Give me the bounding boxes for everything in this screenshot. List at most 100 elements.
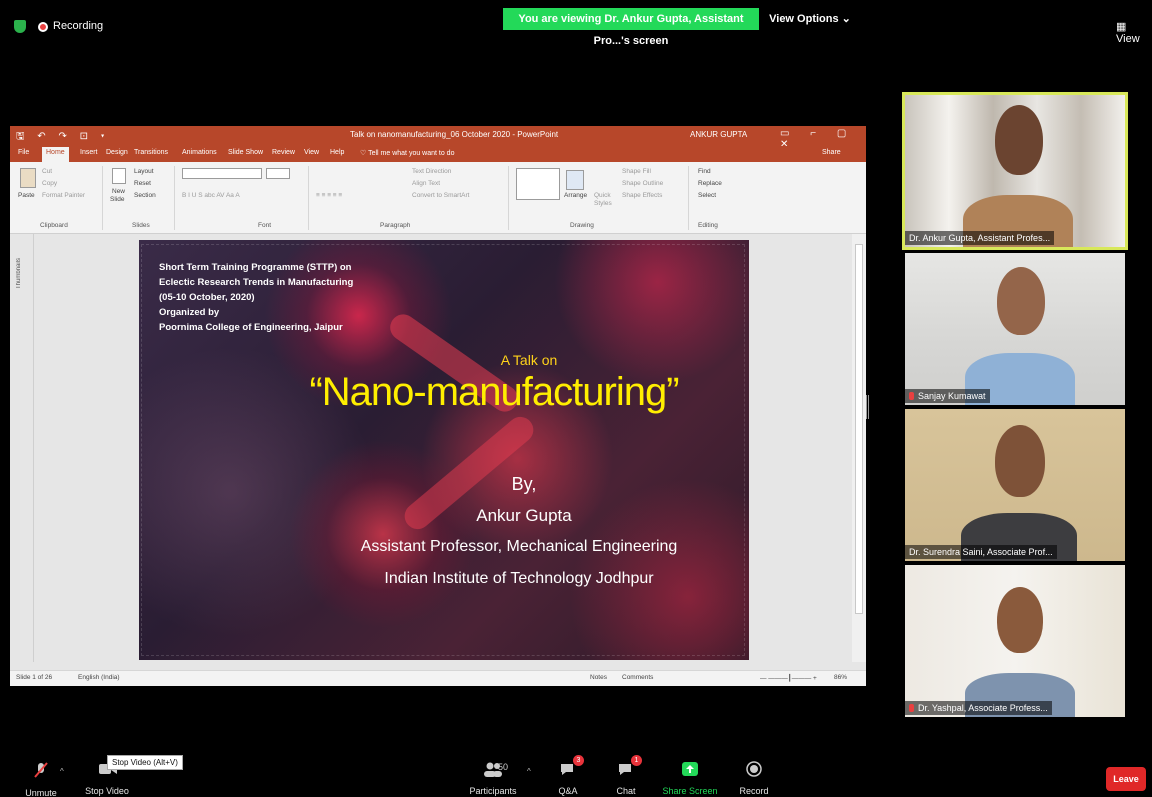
tab-slide-show: Slide Show xyxy=(228,149,264,156)
slide-title: “Nano-manufacturing” xyxy=(309,370,679,414)
share-ppt-button: Share xyxy=(822,149,841,156)
paste-icon xyxy=(20,168,36,188)
select-label: Select xyxy=(698,192,717,199)
record-button[interactable]: Record xyxy=(734,745,774,796)
video-tile-participant[interactable]: Sanjay Kumawat xyxy=(905,253,1125,405)
section-label: Section xyxy=(134,192,156,199)
convert-smartart-label: Convert to SmartArt xyxy=(412,192,470,199)
security-shield-icon[interactable] xyxy=(14,20,26,33)
slide-canvas: Short Term Training Programme (STTP) on … xyxy=(139,240,749,660)
thumbnails-pane: Thumbnails xyxy=(10,234,34,662)
org-line: Eclectic Research Trends in Manufacturin… xyxy=(159,277,354,288)
ppt-title-bar: 🖫 ↶ ↷ ⊡ ▾ Talk on nanomanufacturing_06 O… xyxy=(10,126,866,150)
language-label: English (India) xyxy=(78,674,120,681)
tab-design: Design xyxy=(106,149,128,156)
align-text-label: Align Text xyxy=(412,180,441,187)
tab-insert: Insert xyxy=(80,149,98,156)
view-button[interactable]: ▦ View xyxy=(1116,20,1152,45)
shape-fill-label: Shape Fill xyxy=(622,168,651,175)
stop-video-button[interactable]: Stop Video xyxy=(80,745,134,796)
leave-meeting-button[interactable]: Leave xyxy=(1106,767,1146,791)
ppt-status-bar: Slide 1 of 26 English (India) Notes Comm… xyxy=(10,670,866,686)
reset-label: Reset xyxy=(134,180,151,187)
participants-button[interactable]: 50 Participants xyxy=(466,745,520,796)
shapes-gallery-icon xyxy=(516,168,560,200)
unmute-label: Unmute xyxy=(25,788,57,797)
arrange-icon xyxy=(566,170,584,190)
tab-home: Home xyxy=(42,147,69,162)
panel-resize-handle[interactable] xyxy=(866,395,869,419)
ppt-user-name: ANKUR GUPTA xyxy=(690,130,748,139)
unmute-button[interactable]: Unmute xyxy=(20,745,62,797)
record-label: Record xyxy=(739,786,769,796)
meeting-toolbar: Unmute ^ Stop Video 50 Participants ^ 3 … xyxy=(0,745,1152,797)
participants-label: Participants xyxy=(469,786,517,796)
org-line: Organized by xyxy=(159,307,220,318)
paste-label: Paste xyxy=(18,192,35,199)
notes-label: Notes xyxy=(590,674,607,681)
replace-label: Replace xyxy=(698,180,722,187)
stop-video-tooltip: Stop Video (Alt+V) xyxy=(107,755,183,770)
group-font: Font xyxy=(258,222,272,229)
font-size-box xyxy=(266,168,290,179)
ppt-document-title: Talk on nanomanufacturing_06 October 202… xyxy=(350,130,559,139)
grid-icon: ▦ xyxy=(1116,21,1127,33)
org-line: Short Term Training Programme (STTP) on xyxy=(159,262,352,273)
font-name-box xyxy=(182,168,262,179)
group-clipboard: Clipboard xyxy=(40,222,68,229)
tab-view: View xyxy=(304,149,320,156)
audio-options-caret-icon[interactable]: ^ xyxy=(60,767,64,776)
thumbnails-label: Thumbnails xyxy=(16,258,22,290)
record-icon xyxy=(745,761,763,777)
new-slide-icon xyxy=(112,168,126,184)
shared-powerpoint-window: 🖫 ↶ ↷ ⊡ ▾ Talk on nanomanufacturing_06 O… xyxy=(10,126,866,686)
participant-name: Dr. Ankur Gupta, Assistant Profes... xyxy=(905,231,1055,245)
shape-outline-label: Shape Outline xyxy=(622,180,664,187)
layout-label: Layout xyxy=(134,168,154,175)
zoom-level: 86% xyxy=(834,674,848,681)
org-line: (05-10 October, 2020) xyxy=(159,292,255,303)
by-text: By, xyxy=(511,474,537,494)
qa-label: Q&A xyxy=(558,786,578,796)
copy-label: Copy xyxy=(42,180,58,187)
participant-name: Sanjay Kumawat xyxy=(905,389,990,403)
meeting-top-bar: Recording You are viewing Dr. Ankur Gupt… xyxy=(0,0,1152,47)
tab-file: File xyxy=(18,149,30,156)
org-line: Poornima College of Engineering, Jaipur xyxy=(159,322,343,333)
share-screen-button[interactable]: Share Screen xyxy=(660,745,720,796)
format-painter-label: Format Painter xyxy=(42,192,85,199)
participants-icon: 50 xyxy=(476,761,510,777)
ppt-ribbon: Paste Cut Copy Format Painter Clipboard … xyxy=(10,162,866,234)
chat-badge: 1 xyxy=(631,755,642,766)
participant-name: Dr. Yashpal, Associate Profess... xyxy=(905,701,1052,715)
tab-review: Review xyxy=(272,149,295,156)
speaker-designation: Assistant Professor, Mechanical Engineer… xyxy=(360,538,678,555)
qa-badge: 3 xyxy=(573,755,584,766)
view-options-button[interactable]: View Options ⌄ xyxy=(767,8,853,30)
participants-caret-icon[interactable]: ^ xyxy=(527,767,531,776)
video-tile-participant[interactable]: Dr. Surendra Saini, Associate Prof... xyxy=(905,409,1125,561)
muted-mic-icon xyxy=(909,392,914,400)
group-paragraph: Paragraph xyxy=(380,222,411,229)
qa-button[interactable]: 3 Q&A xyxy=(548,745,588,796)
video-tile-participant[interactable]: Dr. Yashpal, Associate Profess... xyxy=(905,565,1125,717)
stop-video-label: Stop Video xyxy=(85,786,129,796)
zoom-slider: — ———┃——— + xyxy=(760,675,817,682)
tab-help: Help xyxy=(330,149,345,156)
shape-effects-label: Shape Effects xyxy=(622,192,663,199)
talk-on-text: A Talk on xyxy=(500,352,558,368)
comments-label: Comments xyxy=(622,674,654,681)
font-formatting-tools: B I U S abc AV Aa A xyxy=(182,192,240,199)
organizer-text: Short Term Training Programme (STTP) on … xyxy=(159,260,353,335)
new-slide-label-1: New xyxy=(112,188,126,195)
chat-button[interactable]: 1 Chat xyxy=(606,745,646,796)
recording-icon xyxy=(38,22,48,32)
share-screen-label: Share Screen xyxy=(662,786,718,796)
video-tile-speaker[interactable]: Dr. Ankur Gupta, Assistant Profes... xyxy=(902,92,1128,250)
tell-me-search: ♡ Tell me what you want to do xyxy=(360,150,455,157)
text-direction-label: Text Direction xyxy=(412,168,452,175)
group-editing: Editing xyxy=(698,222,718,229)
speaker-institute: Indian Institute of Technology Jodhpur xyxy=(384,570,654,587)
speaker-name: Ankur Gupta xyxy=(476,506,572,525)
recording-label: Recording xyxy=(53,20,104,32)
